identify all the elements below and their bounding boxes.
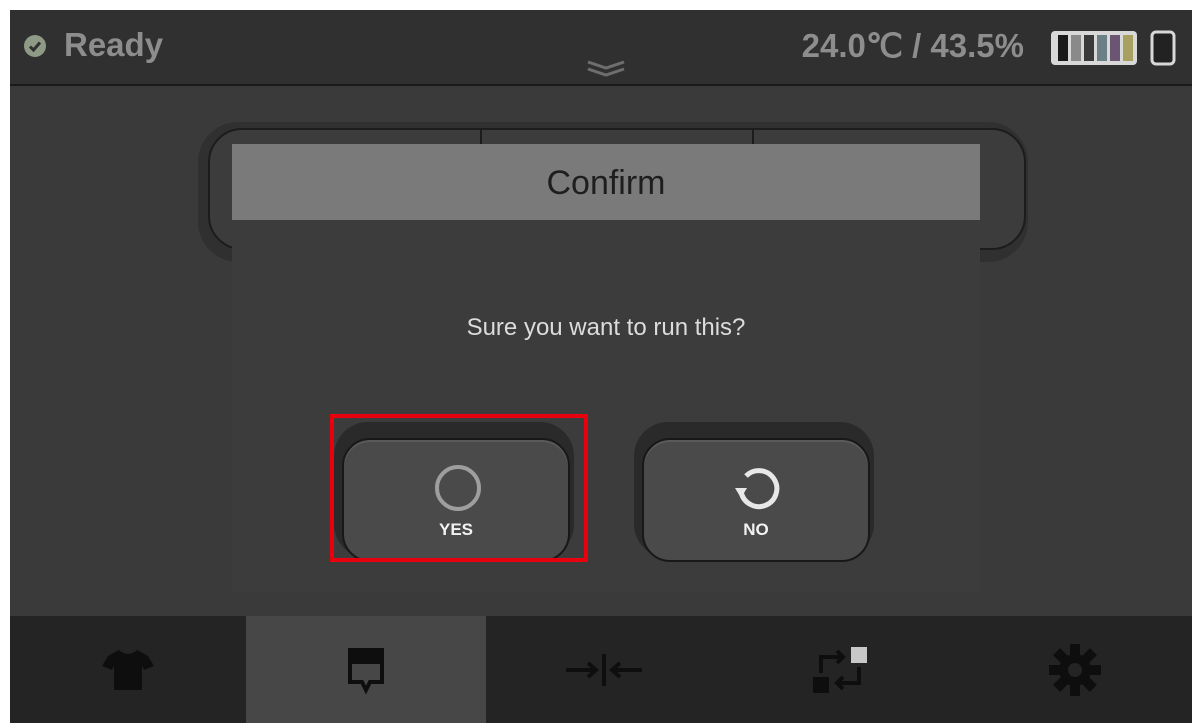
bottom-tab-bar (10, 616, 1192, 723)
status-label: Ready (64, 26, 164, 63)
undo-arrow-icon (735, 468, 780, 510)
no-button-label: NO (743, 520, 769, 539)
tab-settings[interactable] (958, 616, 1192, 723)
dialog-message: Sure you want to run this? (466, 314, 746, 341)
tab-ink[interactable] (246, 616, 486, 723)
status-bar: Ready 24.0℃ / 43.5% (10, 10, 1192, 86)
ink-level-icon[interactable] (1050, 30, 1140, 66)
dialog-title: Confirm (546, 164, 666, 202)
waste-tank-icon[interactable] (1150, 30, 1176, 66)
dialog-title-bar: Confirm (232, 144, 980, 220)
printer-screen: Ready 24.0℃ / 43.5% Confirm Sure you wan… (10, 10, 1192, 723)
tab-alignment[interactable] (486, 616, 722, 723)
no-button[interactable]: NO (642, 438, 870, 562)
shirt-icon (102, 649, 154, 690)
gear-icon (1049, 643, 1101, 696)
tab-garment[interactable] (10, 616, 246, 723)
tab-transfer[interactable] (722, 616, 958, 723)
temperature-humidity: 24.0℃ / 43.5% (801, 27, 1024, 64)
pull-down-icon[interactable] (586, 58, 626, 78)
transfer-icon (813, 646, 867, 693)
ready-check-icon (24, 35, 46, 57)
ink-drop-icon (348, 647, 384, 694)
alignment-icon (566, 653, 642, 686)
yes-button-highlight (330, 414, 588, 562)
